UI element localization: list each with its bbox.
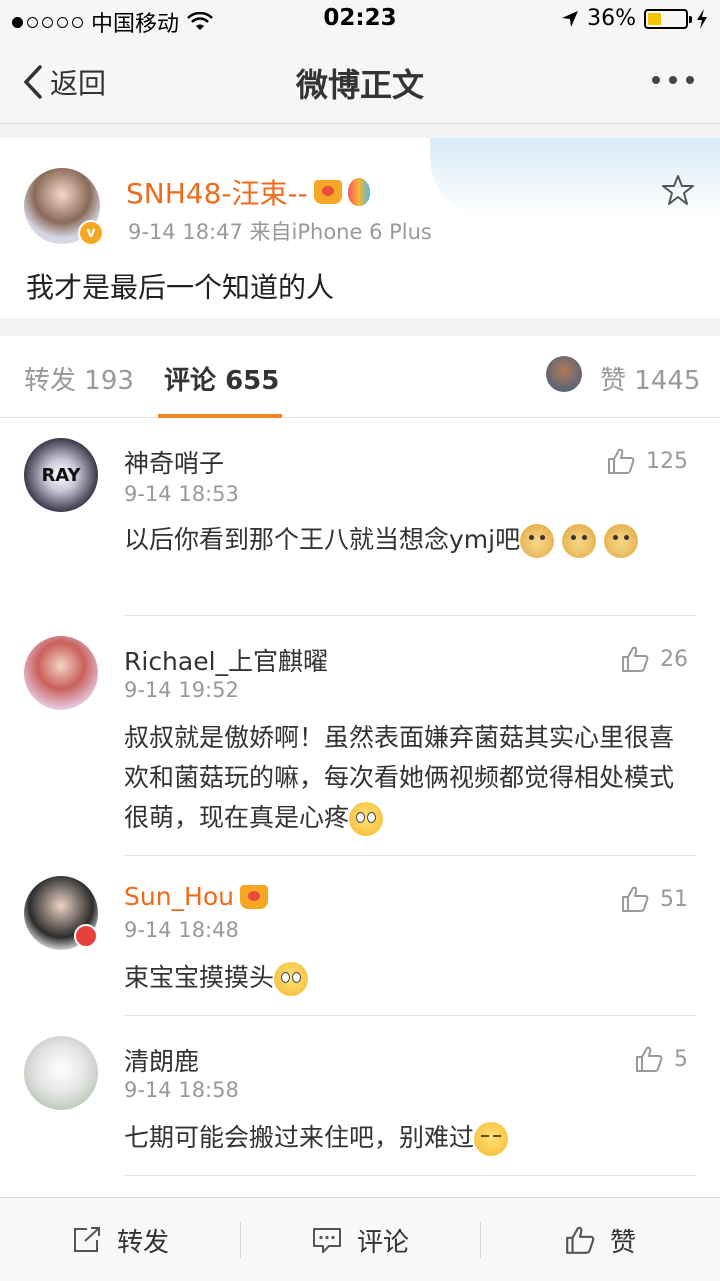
author-name[interactable]: SNH48-汪束-- (126, 172, 370, 212)
share-icon (73, 1227, 100, 1252)
comment-like-button[interactable]: 5 (634, 1044, 688, 1074)
weibo-post: v SNH48-汪束-- 9-14 18:47 来自iPhone 6 Plus … (0, 138, 720, 318)
commenter-name[interactable]: 神奇哨子 (124, 444, 224, 480)
like-count: 5 (674, 1046, 688, 1072)
vip-crown-icon (240, 884, 268, 909)
author-name-text: SNH48-汪束-- (126, 177, 308, 210)
avatar-logo-text: RAY (41, 464, 81, 486)
favorite-star-icon[interactable] (662, 174, 694, 206)
comment-time: 9-14 18:53 (124, 482, 239, 506)
like-button[interactable]: 赞 (480, 1198, 720, 1281)
comment-text: 束宝宝摸摸头 (124, 958, 684, 998)
doge-emoji-icon (604, 524, 639, 558)
battery-level (648, 12, 661, 25)
more-dot-icon (669, 76, 677, 84)
doge-emoji-icon (520, 524, 555, 558)
like-count: 26 (660, 646, 688, 672)
more-options-button[interactable] (652, 76, 694, 84)
tab-repost[interactable]: 转发 193 (24, 360, 134, 397)
balloon-icon (347, 178, 370, 206)
tab-like-label: 赞 (600, 366, 627, 396)
tab-like[interactable]: 赞 1445 (600, 360, 700, 397)
comment-label: 评论 (356, 1227, 409, 1258)
tab-repost-label: 转发 (24, 366, 77, 396)
sad-emoji-icon (349, 802, 384, 836)
tab-comment-count: 655 (225, 366, 280, 396)
location-arrow-icon (562, 10, 579, 27)
comment-like-button[interactable]: 125 (606, 446, 688, 476)
divider (124, 1175, 696, 1176)
comment-text: 以后你看到那个王八就当想念ymj吧 (124, 520, 684, 560)
status-right: 36% (561, 6, 708, 31)
battery-percent: 36% (587, 6, 636, 31)
divider (124, 1015, 696, 1016)
tab-repost-count: 193 (84, 366, 134, 396)
sad-emoji-icon (274, 962, 309, 996)
commenter-name[interactable]: Sun_Hou (124, 882, 268, 911)
like-count: 125 (646, 448, 688, 474)
commenter-name[interactable]: Richael_上官麒曜 (124, 642, 328, 678)
doge-emoji-icon (562, 524, 597, 558)
comment-like-button[interactable]: 51 (620, 884, 688, 914)
post-text: 我才是最后一个知道的人 (26, 271, 335, 304)
commenter-avatar[interactable] (24, 1036, 98, 1110)
tab-comment[interactable]: 评论 655 (164, 360, 279, 397)
divider (124, 855, 696, 856)
thumbs-up-icon (566, 1226, 595, 1254)
commenter-name[interactable]: 清朗鹿 (124, 1042, 199, 1078)
verified-badge-icon: v (78, 220, 104, 246)
weibo-star-badge-icon (74, 924, 98, 948)
comment-text-body: 七期可能会搬过来住吧，别难过 (124, 1123, 475, 1152)
comment-time: 9-14 19:52 (124, 678, 239, 702)
more-dot-icon (652, 76, 660, 84)
comment-list: RAY 神奇哨子 9-14 18:53 125 以后你看到那个王八就当想念ymj… (0, 418, 720, 1198)
disappointed-emoji-icon (474, 1122, 509, 1156)
comment-button[interactable]: 评论 (240, 1198, 480, 1281)
liker-avatar[interactable] (546, 356, 582, 392)
status-bar: 中国移动 02:23 36% (0, 0, 720, 40)
comment-text-body: 束宝宝摸摸头 (124, 963, 275, 992)
more-dot-icon (686, 76, 694, 84)
thumbs-up-icon (622, 646, 649, 672)
tab-comment-label: 评论 (164, 366, 217, 396)
comment-bubble-icon (312, 1228, 341, 1253)
comment-like-button[interactable]: 26 (620, 644, 688, 674)
charging-icon (697, 8, 707, 29)
page-title: 微博正文 (295, 66, 424, 104)
battery-icon (644, 8, 692, 29)
interaction-tabs: 转发 193 评论 655 赞 1445 (0, 336, 720, 418)
repost-label: 转发 (116, 1227, 169, 1258)
comment-text-body: 以后你看到那个王八就当想念ymj吧 (124, 525, 521, 554)
commenter-avatar[interactable]: RAY (24, 438, 98, 512)
bottom-action-bar: 转发 评论 赞 (0, 1197, 720, 1281)
thumbs-up-icon (622, 886, 649, 912)
divider (124, 615, 696, 616)
comment-text-body: 叔叔就是傲娇啊！虽然表面嫌弃菌菇其实心里很喜欢和菌菇玩的嘛，每次看她俩视频都觉得… (124, 723, 675, 832)
like-label: 赞 (609, 1227, 636, 1258)
commenter-avatar[interactable] (24, 636, 98, 710)
vip-crown-icon (313, 180, 342, 204)
navigation-bar: 返回 微博正文 (0, 40, 720, 124)
repost-button[interactable]: 转发 (0, 1198, 240, 1281)
thumbs-up-icon (608, 448, 635, 474)
like-count: 51 (660, 886, 688, 912)
comment-text: 七期可能会搬过来住吧，别难过 (124, 1118, 684, 1158)
comment-text: 叔叔就是傲娇啊！虽然表面嫌弃菌菇其实心里很喜欢和菌菇玩的嘛，每次看她俩视频都觉得… (124, 718, 684, 838)
post-meta: 9-14 18:47 来自iPhone 6 Plus (128, 220, 432, 244)
commenter-name-text: Sun_Hou (124, 882, 234, 911)
tab-like-count: 1445 (634, 366, 701, 396)
comment-time: 9-14 18:48 (124, 918, 239, 942)
thumbs-up-icon (636, 1046, 663, 1072)
comment-time: 9-14 18:58 (124, 1078, 239, 1102)
